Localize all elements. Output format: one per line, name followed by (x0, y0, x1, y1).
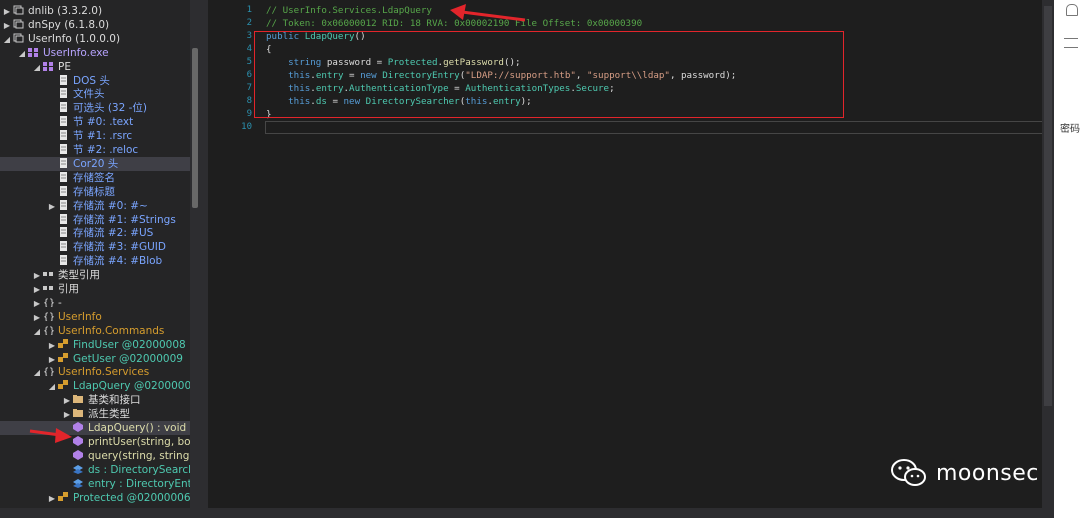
watermark: moonsec (890, 456, 1039, 490)
dnspy-window: ▶ dnlib (3.3.2.0) ▶ dnSpy (6.1.8.0) ◢ UserInf… (0, 0, 1080, 518)
wechat-icon (891, 459, 926, 486)
watermark-text: moonsec (936, 460, 1039, 486)
annotation-arrows (29, 4, 526, 443)
annotation-arrow-top (450, 4, 526, 22)
annotation-arrow-left (29, 428, 72, 443)
